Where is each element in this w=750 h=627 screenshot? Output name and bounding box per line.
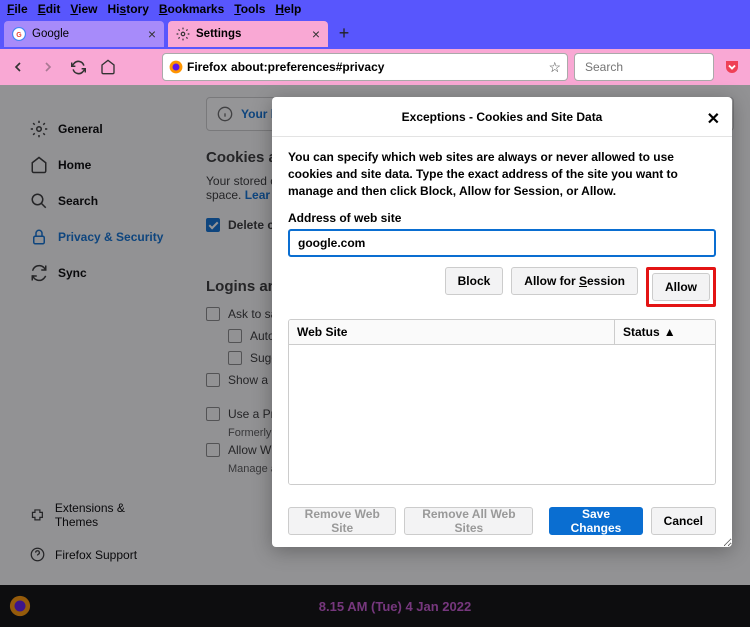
menu-bookmarks[interactable]: Bookmarks	[154, 0, 229, 18]
allow-button[interactable]: Allow	[652, 273, 710, 301]
table-body	[289, 345, 715, 484]
address-input[interactable]	[288, 229, 716, 257]
cancel-button[interactable]: Cancel	[651, 507, 716, 535]
dialog-title: Exceptions - Cookies and Site Data	[402, 110, 603, 124]
save-changes-button[interactable]: Save Changes	[549, 507, 642, 535]
search-input[interactable]	[585, 60, 740, 74]
close-icon[interactable]: ×	[312, 26, 320, 42]
close-icon[interactable]: ✕	[707, 109, 720, 129]
tab-settings[interactable]: Settings ×	[168, 21, 328, 47]
forward-button[interactable]	[36, 55, 60, 79]
remove-website-button[interactable]: Remove Web Site	[288, 507, 396, 535]
allow-session-button[interactable]: Allow for Session	[511, 267, 638, 295]
menu-help[interactable]: Help	[270, 0, 306, 18]
tab-title: Google	[32, 28, 142, 40]
dialog-body: You can specify which web sites are alwa…	[272, 137, 732, 497]
tab-strip: G Google × Settings × +	[0, 18, 750, 49]
google-icon: G	[12, 27, 26, 41]
dialog-footer: Remove Web Site Remove All Web Sites Sav…	[272, 497, 732, 547]
search-bar[interactable]	[574, 53, 714, 81]
tab-google[interactable]: G Google ×	[4, 21, 164, 47]
toolbar: Firefox ☆	[0, 49, 750, 85]
reload-button[interactable]	[66, 55, 90, 79]
url-bar[interactable]: Firefox ☆	[162, 53, 568, 81]
menu-edit[interactable]: Edit	[33, 0, 66, 18]
dialog-description: You can specify which web sites are alwa…	[288, 149, 716, 199]
firefox-icon: Firefox	[169, 60, 227, 74]
sort-asc-icon: ▲	[664, 325, 676, 339]
svg-text:G: G	[16, 31, 22, 38]
home-button[interactable]	[96, 55, 120, 79]
back-button[interactable]	[6, 55, 30, 79]
exceptions-table: Web Site Status ▲	[288, 319, 716, 485]
close-icon[interactable]: ×	[148, 26, 156, 42]
gear-icon	[176, 27, 190, 41]
block-button[interactable]: Block	[445, 267, 504, 295]
tab-title: Settings	[196, 28, 306, 40]
remove-all-button[interactable]: Remove All Web Sites	[404, 507, 533, 535]
highlight-annotation: Allow	[646, 267, 716, 307]
menu-file[interactable]: File	[2, 0, 33, 18]
new-tab-button[interactable]: +	[332, 22, 356, 46]
menu-tools[interactable]: Tools	[229, 0, 270, 18]
table-header-row: Web Site Status ▲	[289, 320, 715, 345]
bookmark-star-icon[interactable]: ☆	[548, 59, 561, 76]
menu-view[interactable]: View	[65, 0, 102, 18]
exceptions-dialog: Exceptions - Cookies and Site Data ✕ You…	[272, 97, 732, 547]
dialog-action-row: Block Allow for Session Allow	[288, 267, 716, 307]
pocket-button[interactable]	[720, 55, 744, 79]
column-website[interactable]: Web Site	[289, 320, 615, 344]
address-label: Address of web site	[288, 211, 716, 225]
url-input[interactable]	[231, 60, 544, 74]
dialog-title-bar: Exceptions - Cookies and Site Data ✕	[272, 97, 732, 137]
menu-history[interactable]: History	[103, 0, 154, 18]
app-menubar: File Edit View History Bookmarks Tools H…	[0, 0, 750, 18]
column-status[interactable]: Status ▲	[615, 320, 715, 344]
